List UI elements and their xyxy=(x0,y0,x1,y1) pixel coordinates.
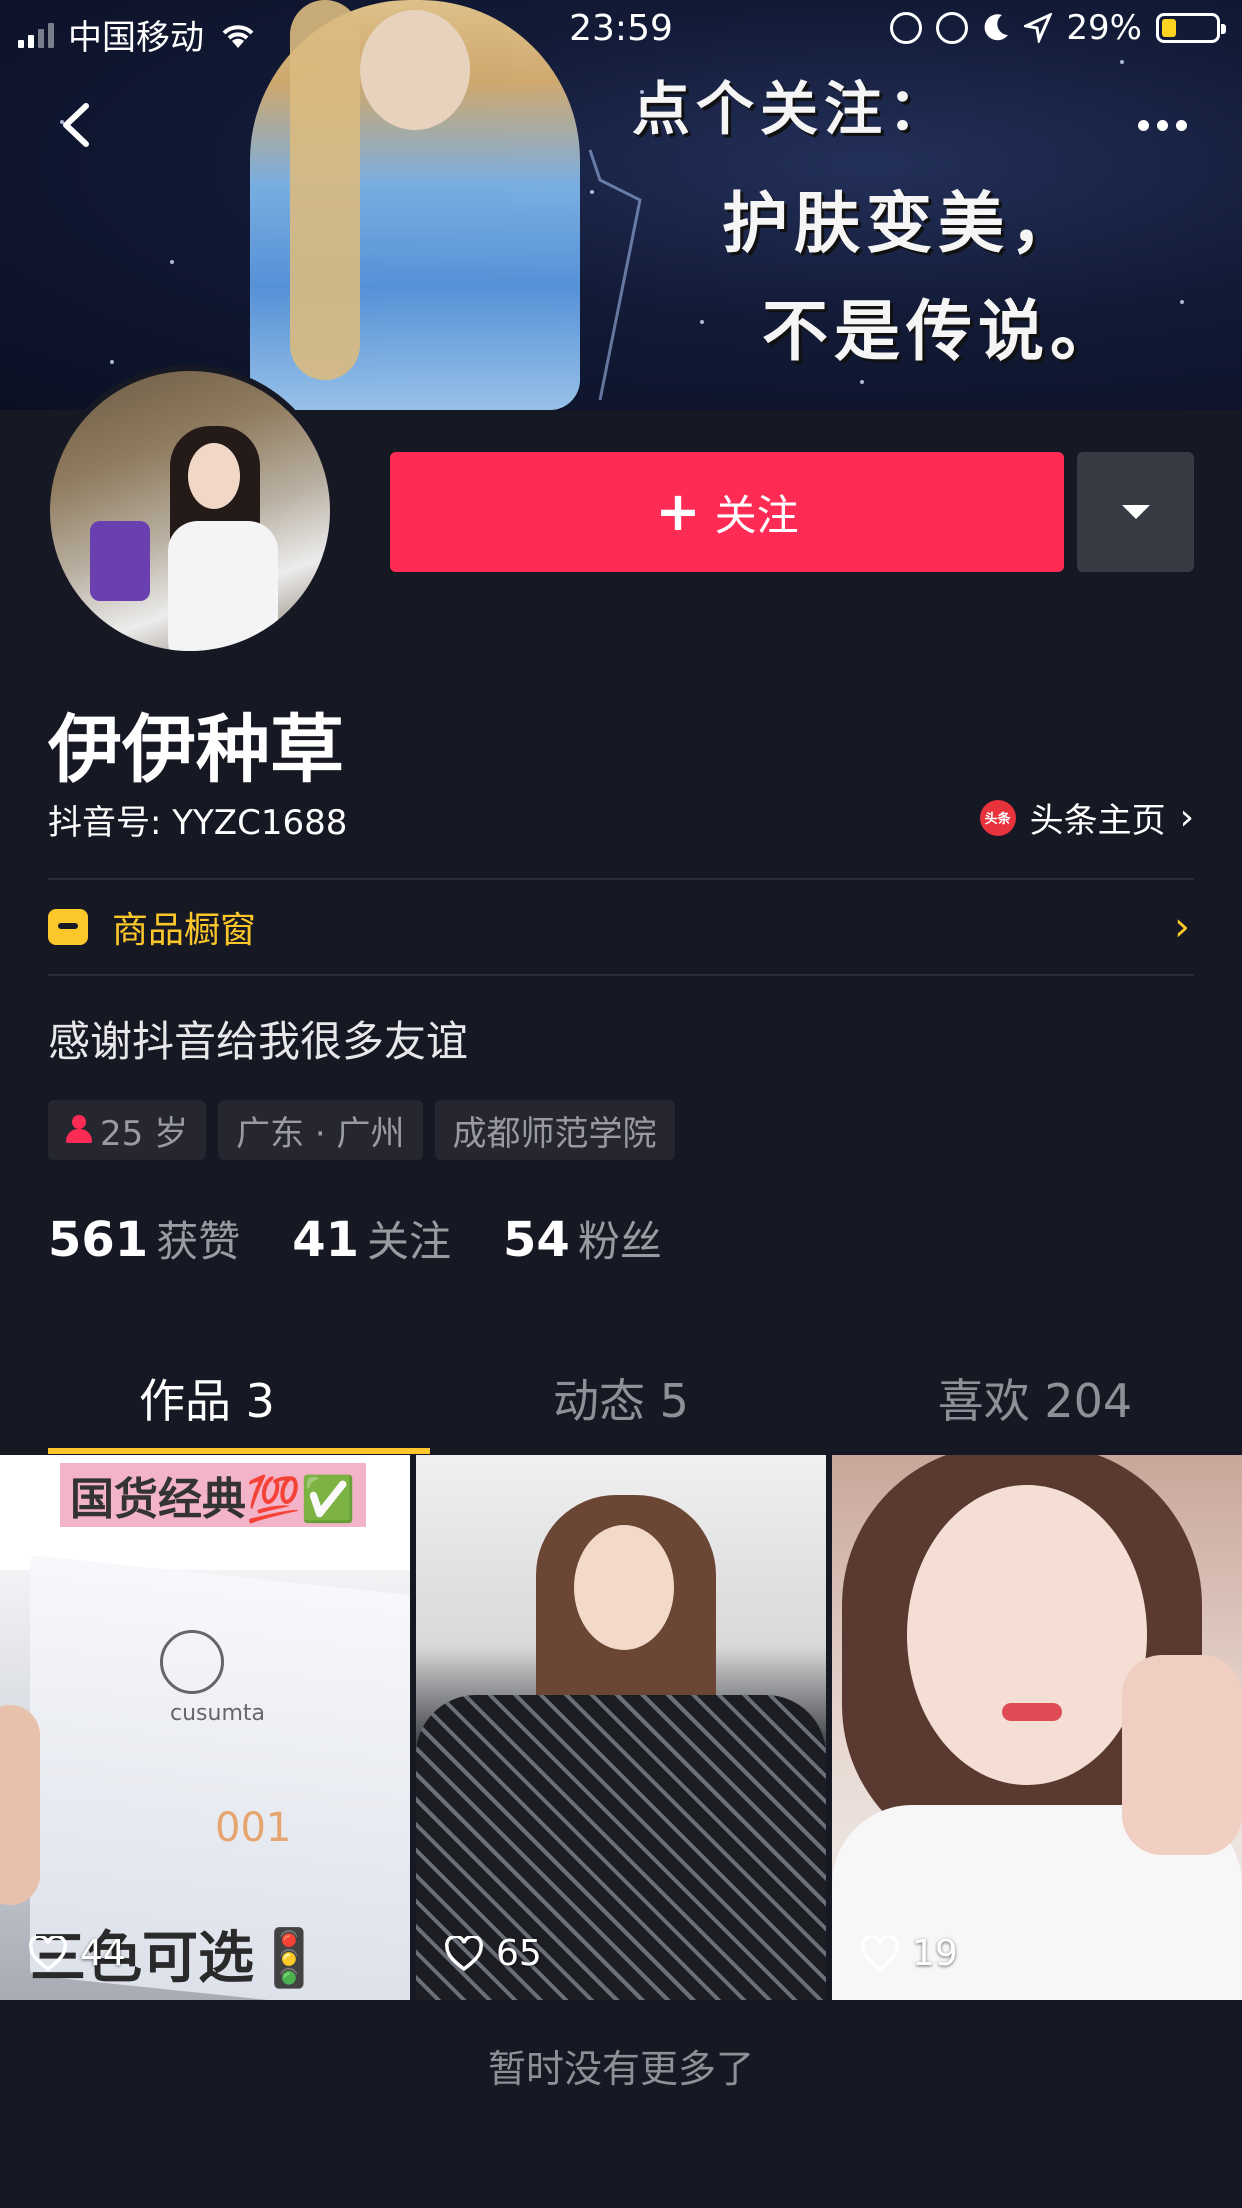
back-button[interactable] xyxy=(44,90,114,160)
recommend-dropdown-button[interactable] xyxy=(1077,452,1194,572)
end-of-list-message: 暂时没有更多了 xyxy=(487,2047,754,2091)
heart-icon xyxy=(29,1935,67,1971)
battery-icon xyxy=(1156,13,1226,43)
like-count-value: 44 xyxy=(80,1933,126,1974)
heart-icon xyxy=(445,1935,483,1971)
stat-following-count: 41 xyxy=(292,1212,360,1268)
brand-logo-icon xyxy=(160,1630,224,1694)
video-overlay-text: 国货经典💯✅ xyxy=(60,1463,366,1527)
like-count-value: 65 xyxy=(496,1933,542,1974)
status-bar: 中国移动 23:59 29% xyxy=(0,0,1242,60)
video-grid: 国货经典💯✅ cusumta 001 三色可选🚦 44 65 19 xyxy=(0,1455,1242,2000)
rotation-lock-icon xyxy=(936,12,969,44)
tab-moments[interactable]: 动态 5 xyxy=(414,1355,828,1455)
product-code: 001 xyxy=(215,1805,292,1851)
douyin-id: 抖音号: YYZC1688 xyxy=(48,803,348,843)
profile-tags: 25 岁 广东 · 广州 成都师范学院 xyxy=(48,1100,675,1160)
video-thumbnail[interactable]: 65 xyxy=(416,1455,826,2000)
chevron-left-icon xyxy=(63,103,89,147)
banner-illustration xyxy=(250,0,580,410)
chevron-right-icon: › xyxy=(1174,904,1190,950)
profile-stats: 561 获赞 41 关注 54 粉丝 xyxy=(48,1208,662,1269)
tag-age: 25 岁 xyxy=(48,1100,207,1160)
tab-works[interactable]: 作品 3 xyxy=(0,1355,414,1455)
shop-window-label: 商品橱窗 xyxy=(112,910,257,951)
profile-bio: 感谢抖音给我很多友谊 xyxy=(48,1017,469,1066)
active-tab-indicator xyxy=(48,1448,430,1454)
divider xyxy=(48,974,1194,976)
like-count-value: 19 xyxy=(912,1933,958,1974)
shop-window-row[interactable]: 商品橱窗 › xyxy=(48,880,1194,974)
stat-followers-label: 粉丝 xyxy=(577,1217,662,1266)
moon-icon xyxy=(985,14,1009,41)
video-like-count: 19 xyxy=(860,1933,958,1974)
stat-followers[interactable]: 54 粉丝 xyxy=(503,1208,662,1269)
stat-likes: 561 获赞 xyxy=(48,1208,240,1269)
toutiao-label: 头条主页 xyxy=(1029,801,1166,841)
video-like-count: 44 xyxy=(28,1933,126,1974)
plus-icon: + xyxy=(655,480,701,543)
location-icon xyxy=(1024,13,1053,43)
avatar[interactable] xyxy=(44,365,336,657)
stat-likes-label: 获赞 xyxy=(156,1217,241,1266)
tag-location: 广东 · 广州 xyxy=(218,1100,423,1160)
stat-followers-count: 54 xyxy=(503,1212,570,1268)
tag-school-label: 成都师范学院 xyxy=(452,1113,657,1154)
heart-icon xyxy=(861,1935,899,1971)
more-dot-icon xyxy=(1175,119,1187,131)
more-dot-icon xyxy=(1156,119,1168,131)
stat-following[interactable]: 41 关注 xyxy=(292,1208,451,1269)
profile-name: 伊伊种草 xyxy=(48,707,344,793)
product-brand: cusumta xyxy=(170,1701,265,1726)
battery-percent: 29% xyxy=(1066,8,1142,48)
caret-down-icon xyxy=(1121,505,1150,519)
content-tabs: 作品 3 动态 5 喜欢 204 xyxy=(0,1355,1242,1455)
shop-icon xyxy=(48,909,88,945)
toutiao-icon: 头条 xyxy=(979,799,1016,836)
tab-likes[interactable]: 喜欢 204 xyxy=(828,1355,1242,1455)
video-thumbnail[interactable]: 19 xyxy=(832,1455,1242,2000)
follow-label: 关注 xyxy=(714,490,799,540)
banner-line-3: 不是传说。 xyxy=(762,293,1122,370)
alarm-icon xyxy=(890,12,923,44)
stat-likes-count: 561 xyxy=(48,1212,149,1268)
more-dot-icon xyxy=(1137,119,1149,131)
toutiao-homepage-link[interactable]: 头条 头条主页 › xyxy=(979,793,1194,842)
chevron-right-icon: › xyxy=(1179,797,1194,838)
female-icon xyxy=(66,1115,92,1145)
tag-school: 成都师范学院 xyxy=(434,1100,675,1160)
more-options-button[interactable] xyxy=(1122,95,1202,155)
tag-age-label: 25 岁 xyxy=(100,1113,189,1154)
banner-line-2: 护肤变美， xyxy=(722,185,1082,262)
follow-button[interactable]: + 关注 xyxy=(390,452,1064,572)
video-thumbnail[interactable]: 国货经典💯✅ cusumta 001 三色可选🚦 44 xyxy=(0,1455,410,2000)
banner-slogan: 点个关注： 护肤变美， 不是传说。 xyxy=(602,62,1162,374)
video-like-count: 65 xyxy=(444,1933,542,1974)
tag-location-label: 广东 · 广州 xyxy=(236,1113,405,1154)
stat-following-label: 关注 xyxy=(367,1217,452,1266)
profile-banner: 点个关注： 护肤变美， 不是传说。 xyxy=(0,0,1242,410)
banner-line-1: 点个关注： xyxy=(632,75,953,143)
